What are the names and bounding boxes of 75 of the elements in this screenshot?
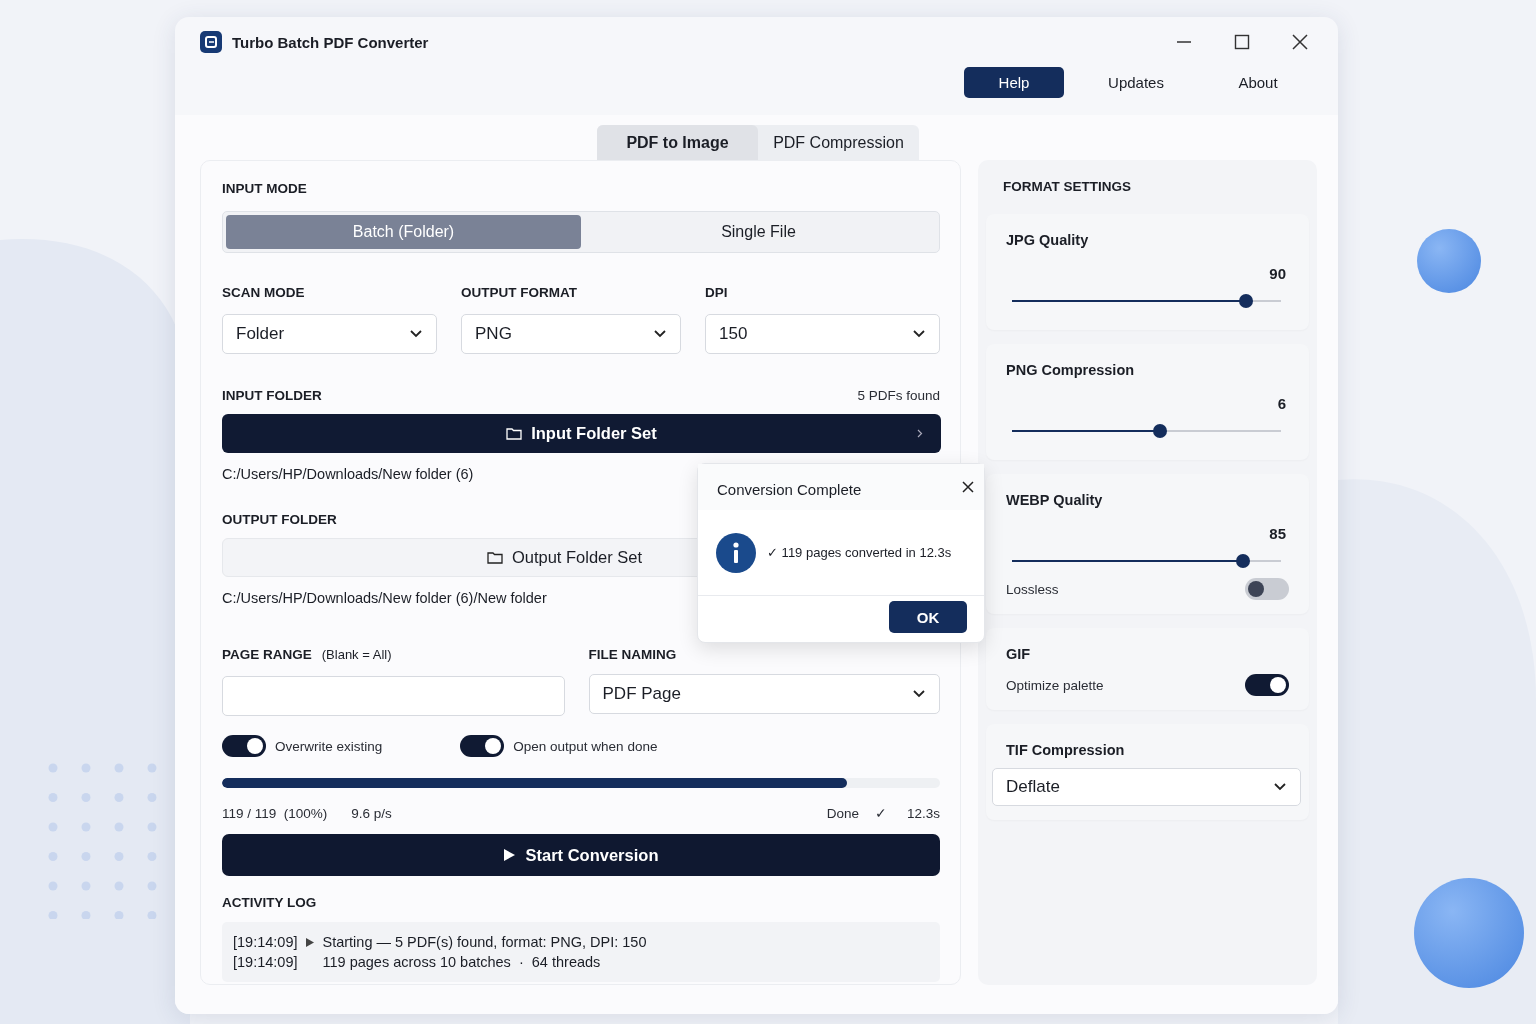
field-label: FILE NAMING [588, 647, 678, 662]
setting-title: JPG Quality [1006, 232, 1090, 248]
info-icon [716, 532, 756, 573]
chevron-icon [913, 690, 925, 698]
setting-title: TIF Compression [1005, 742, 1126, 758]
field-label: SCAN MODE [222, 285, 306, 300]
setting-title: PNG Compression [1006, 362, 1136, 378]
log-time: [19:14:09] [233, 933, 298, 952]
dropdown[interactable]: Deflate [992, 768, 1301, 806]
setting-title: GIF [1006, 646, 1032, 662]
input-folder-button[interactable]: Input Folder Set [222, 414, 941, 453]
chevron-icon [1274, 783, 1286, 791]
folder-path: C:/Users/HP/Downloads/New folder (6) [222, 466, 475, 482]
slider-thumb[interactable] [1152, 424, 1167, 438]
ok-button[interactable]: OK [889, 601, 967, 633]
rate: 9.6 p/s [351, 805, 392, 821]
dropdown[interactable]: PNG [461, 314, 682, 354]
page-count: 119 / 119 (100%) [222, 805, 328, 821]
play-icon [306, 937, 314, 947]
chevron-icon [410, 330, 423, 338]
field-label: OUTPUT FORMAT [461, 285, 578, 300]
log-message: Starting — 5 PDF(s) found, format: PNG, DPI: 150 [322, 933, 647, 952]
close-icon[interactable] [1292, 34, 1308, 50]
section-label: INPUT MODE [222, 181, 308, 196]
toggle-switch[interactable] [460, 735, 505, 757]
folder-icon [506, 427, 523, 440]
chevron-icon [654, 330, 667, 338]
nav-button[interactable]: Help [964, 67, 1064, 98]
tab[interactable]: PDF to Image [597, 125, 758, 160]
tab[interactable]: PDF Compression [758, 125, 919, 160]
check-mark: ✓ [874, 805, 887, 821]
nav-button[interactable]: About [1208, 67, 1308, 98]
elapsed-time: 12.3s [906, 805, 940, 821]
slider-value: 90 [1268, 265, 1287, 282]
dropdown[interactable]: 150 [705, 314, 940, 354]
chevron-icon [917, 429, 923, 438]
dropdown[interactable]: Folder [222, 314, 438, 354]
log-time: [19:14:09] [233, 953, 298, 972]
field-hint: (Blank = All) [321, 647, 392, 662]
section-label: FORMAT SETTINGS [1002, 179, 1132, 194]
folder-path: C:/Users/HP/Downloads/New folder (6)/New folder [222, 590, 548, 606]
setting-title: WEBP Quality [1006, 492, 1104, 508]
maximize-icon[interactable] [1234, 34, 1250, 50]
play-icon [503, 849, 515, 861]
mode-option[interactable]: Batch (Folder) [226, 215, 581, 249]
toggle-label: Overwrite existing [275, 738, 383, 754]
field-label: DPI [705, 285, 729, 300]
slider-value: 6 [1276, 395, 1287, 412]
slider-value: 85 [1268, 525, 1287, 542]
app-logo-icon [200, 31, 222, 53]
close-icon[interactable] [962, 481, 974, 493]
toggle-switch[interactable] [1245, 674, 1289, 696]
section-label: ACTIVITY LOG [222, 895, 318, 910]
toggle-label: Open output when done [513, 738, 658, 754]
field-label: PAGE RANGE [222, 647, 312, 662]
toggle-switch[interactable] [1245, 578, 1289, 600]
file-count: 5 PDFs found [857, 388, 940, 403]
toggle-label: Optimize palette [1006, 677, 1104, 693]
page-range-field[interactable] [222, 676, 565, 716]
field-label: INPUT FOLDER [222, 388, 322, 403]
start-conversion-button[interactable]: Start Conversion [222, 834, 940, 876]
field-label: OUTPUT FOLDER [222, 512, 338, 527]
nav-button[interactable]: Updates [1086, 67, 1186, 98]
window-title: Turbo Batch PDF Converter [232, 33, 429, 51]
folder-icon [486, 551, 503, 564]
mode-option[interactable]: Single File [581, 215, 936, 249]
slider-thumb[interactable] [1239, 294, 1253, 308]
status-text: Done [826, 805, 859, 821]
toggle-label: Lossless [1006, 581, 1059, 597]
dropdown[interactable]: PDF Page [588, 674, 940, 714]
toggle-switch[interactable] [222, 735, 266, 757]
dialog-title: Conversion Complete [717, 481, 862, 498]
log-message: 119 pages across 10 batches · 64 threads [322, 953, 601, 972]
slider-thumb[interactable] [1236, 554, 1251, 568]
chevron-icon [913, 330, 925, 338]
